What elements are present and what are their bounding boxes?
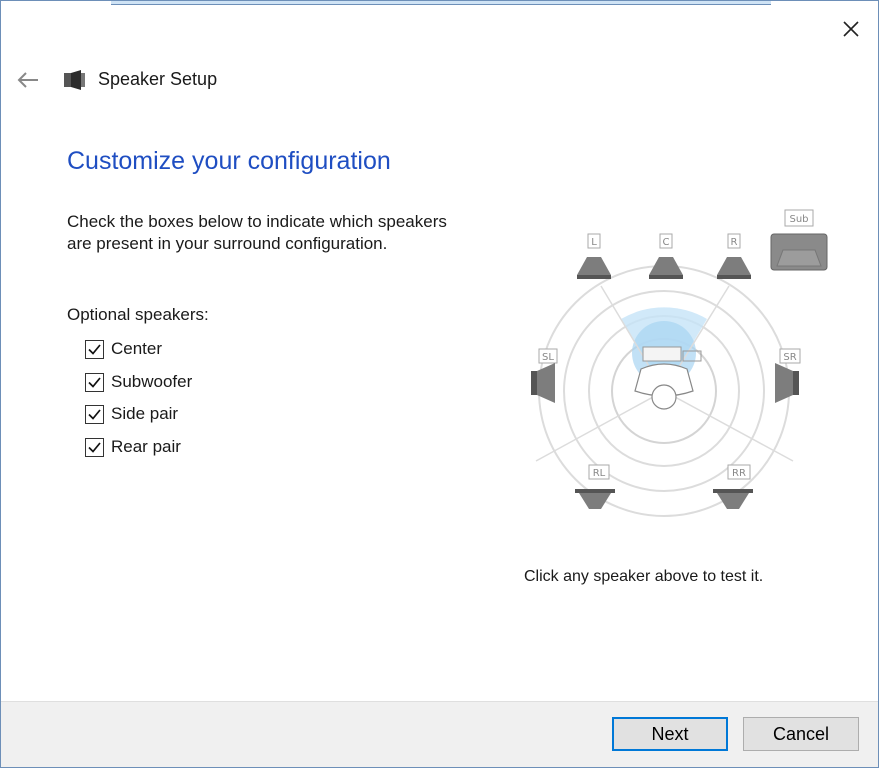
listening-zone (535, 265, 794, 517)
checkbox-label: Center (111, 339, 163, 358)
speaker-setup-window: Speaker Setup Customize your configurati… (0, 0, 879, 768)
checkmark-icon (88, 343, 101, 355)
window-title: Speaker Setup (98, 69, 218, 89)
background-window-edge (111, 1, 771, 5)
checkbox-label: Rear pair (111, 437, 181, 456)
checkbox-box[interactable] (85, 437, 104, 457)
speaker-label-SL: SL (542, 352, 554, 363)
speaker-label-Sub: Sub (789, 214, 808, 225)
checkbox-label: Side pair (111, 404, 179, 423)
speaker-SL[interactable]: SL (531, 348, 558, 403)
checkbox-side-pair[interactable]: Side pair (85, 403, 178, 425)
checkbox-rear-pair[interactable]: Rear pair (85, 436, 181, 458)
test-hint-text: Click any speaker above to test it. (524, 568, 764, 585)
back-arrow-icon (17, 72, 38, 88)
checkmark-icon (88, 441, 101, 453)
page-heading: Customize your configuration (67, 147, 391, 175)
next-button[interactable]: Next (612, 717, 728, 751)
checkbox-label: Subwoofer (111, 372, 193, 391)
speaker-C[interactable]: C (649, 233, 683, 279)
speaker-label-R: R (731, 237, 738, 248)
checkbox-box[interactable] (85, 372, 104, 392)
close-button[interactable] (831, 11, 871, 47)
optional-speakers-label: Optional speakers: (67, 305, 209, 324)
checkbox-subwoofer[interactable]: Subwoofer (85, 371, 192, 393)
instructions-text: Check the boxes below to indicate which … (67, 212, 447, 253)
speaker-SR[interactable]: SR (775, 348, 801, 403)
speaker-icon (64, 70, 85, 90)
cancel-button[interactable]: Cancel (743, 717, 859, 751)
speaker-label-SR: SR (783, 352, 796, 363)
speaker-label-RL: RL (593, 468, 606, 479)
speaker-label-C: C (663, 237, 670, 248)
checkbox-box[interactable] (85, 404, 104, 424)
close-icon (843, 21, 859, 37)
speaker-L[interactable]: L (577, 233, 611, 279)
speaker-R[interactable]: R (717, 233, 751, 279)
speaker-label-RR: RR (732, 468, 746, 479)
speaker-label-L: L (591, 237, 597, 248)
checkbox-box[interactable] (85, 339, 104, 359)
back-button[interactable] (11, 63, 45, 97)
checkmark-icon (88, 408, 101, 420)
checkmark-icon (88, 376, 101, 388)
speaker-subwoofer[interactable]: Sub (770, 209, 828, 271)
speaker-diagram: L C R Sub SL SR RL RR (531, 209, 828, 517)
checkbox-center[interactable]: Center (85, 338, 162, 360)
